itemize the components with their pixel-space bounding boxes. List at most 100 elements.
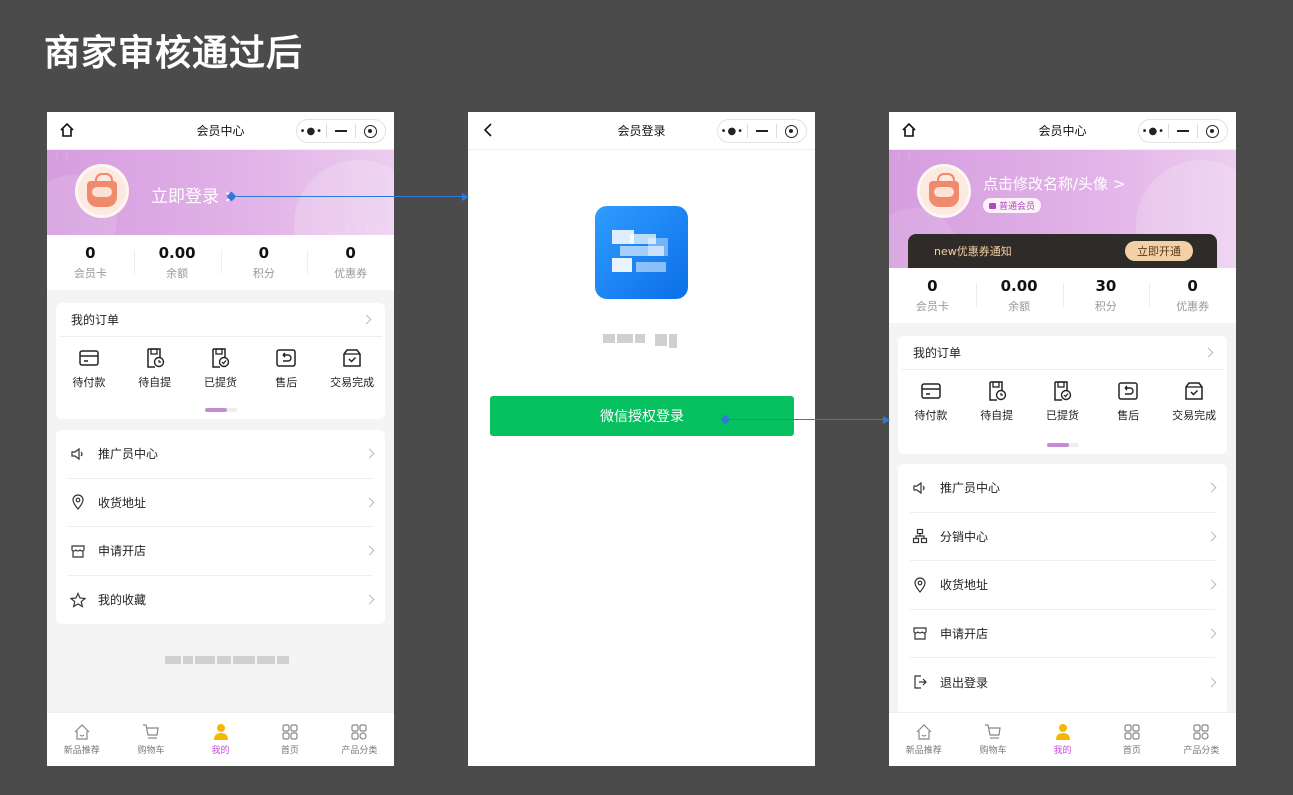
speaker-icon xyxy=(68,444,88,464)
orders-card: 我的订单 待付款 待自提 已提货 售后 交易完成 xyxy=(898,336,1227,454)
tab-bar: 新品推荐 购物车 我的 首页 产品分类 xyxy=(889,712,1236,766)
tab-cart[interactable]: 购物车 xyxy=(116,713,185,766)
tab-mine[interactable]: 我的 xyxy=(186,713,255,766)
profile-banner: ⋮⋮ ⋮⋮⋮⋮ 立即登录 > xyxy=(47,150,394,235)
coupon-text: new优惠券通知 xyxy=(934,245,1012,258)
chevron-right-icon xyxy=(1206,482,1217,493)
pickup-icon xyxy=(988,381,1006,401)
profile-banner: ⋮⋮ 点击修改名称/头像 > 普通会员 new优惠券通知 立即开通 xyxy=(889,150,1236,268)
page-title: 商家审核通过后 xyxy=(44,33,304,74)
hierarchy-icon xyxy=(910,526,930,546)
home-outline-icon xyxy=(916,724,932,740)
minimize-icon[interactable] xyxy=(748,130,777,132)
badge-icon xyxy=(989,202,996,209)
order-pending-pickup[interactable]: 待自提 xyxy=(964,380,1030,423)
home-outline-icon xyxy=(74,724,90,740)
chevron-right-icon xyxy=(1206,531,1217,542)
cart-icon xyxy=(143,724,159,739)
chevron-right-icon xyxy=(1206,628,1217,639)
more-icon[interactable]: •●• xyxy=(297,126,326,137)
phone-member-center-logged-out: 会员中心 •●• ⋮⋮ ⋮⋮⋮⋮ 立即登录 > 0 会员卡 0.00 余额 0 积分 … xyxy=(47,112,394,766)
blurred-footer-text xyxy=(165,656,289,664)
menu-promoter-center[interactable]: 推广员中心 xyxy=(910,464,1217,513)
menu-distribution-center[interactable]: 分销中心 xyxy=(910,513,1217,561)
star-icon xyxy=(68,590,88,610)
grid-icon xyxy=(1124,724,1140,740)
login-link[interactable]: 立即登录 > xyxy=(151,182,239,207)
close-icon[interactable] xyxy=(777,124,806,138)
minimize-icon[interactable] xyxy=(327,130,356,132)
order-after-sales[interactable]: 售后 xyxy=(253,347,319,390)
user-icon xyxy=(1055,724,1070,740)
stat-member-card[interactable]: 0 会员卡 xyxy=(47,244,134,281)
order-completed[interactable]: 交易完成 xyxy=(1161,380,1227,423)
wechat-login-button[interactable]: 微信授权登录 xyxy=(490,396,794,436)
stat-member-card[interactable]: 0 会员卡 xyxy=(889,277,976,314)
tab-home[interactable]: 首页 xyxy=(255,713,324,766)
speaker-icon xyxy=(910,478,930,498)
edit-profile-link[interactable]: 点击修改名称/头像 > xyxy=(983,173,1125,194)
wallet-icon xyxy=(79,350,99,366)
order-picked-up[interactable]: 已提货 xyxy=(188,347,254,390)
app-logo xyxy=(595,206,688,299)
menu-address[interactable]: 收货地址 xyxy=(68,479,375,527)
user-icon xyxy=(213,724,228,740)
tab-mine[interactable]: 我的 xyxy=(1028,713,1097,766)
stat-points[interactable]: 0 积分 xyxy=(220,244,308,281)
phone-member-center-logged-in: 会员中心 •●• ⋮⋮ 点击修改名称/头像 > 普通会员 new优惠券通知 立即… xyxy=(889,112,1236,766)
stat-balance[interactable]: 0.00 余额 xyxy=(133,244,221,281)
picked-up-icon xyxy=(212,348,230,368)
close-icon[interactable] xyxy=(356,124,385,138)
stat-points[interactable]: 30 积分 xyxy=(1062,277,1150,314)
tab-new-arrivals[interactable]: 新品推荐 xyxy=(47,713,116,766)
scroll-indicator xyxy=(204,408,237,412)
chevron-right-icon xyxy=(364,448,375,459)
order-picked-up[interactable]: 已提货 xyxy=(1030,380,1096,423)
tab-home[interactable]: 首页 xyxy=(1097,713,1166,766)
coupon-notice: new优惠券通知 立即开通 xyxy=(908,234,1217,268)
wallet-icon xyxy=(921,383,941,399)
mini-program-capsule: •●• xyxy=(717,119,807,143)
order-completed[interactable]: 交易完成 xyxy=(319,347,385,390)
close-icon[interactable] xyxy=(1198,124,1227,138)
order-pending-payment[interactable]: 待付款 xyxy=(56,347,122,390)
more-icon[interactable]: •●• xyxy=(718,126,747,137)
menu-promoter-center[interactable]: 推广员中心 xyxy=(68,430,375,479)
more-icon[interactable]: •●• xyxy=(1139,126,1168,137)
stat-balance[interactable]: 0.00 余额 xyxy=(975,277,1063,314)
open-now-button[interactable]: 立即开通 xyxy=(1125,241,1193,261)
tab-cart[interactable]: 购物车 xyxy=(958,713,1027,766)
chevron-right-icon xyxy=(1206,579,1217,590)
nav-bar: 会员中心 •●• xyxy=(47,112,394,150)
chevron-right-icon xyxy=(361,314,372,325)
menu-open-store[interactable]: 申请开店 xyxy=(68,527,375,576)
menu-card: 推广员中心 收货地址 申请开店 我的收藏 xyxy=(56,430,385,624)
location-icon xyxy=(910,575,930,595)
back-icon[interactable] xyxy=(478,120,498,140)
tab-new-arrivals[interactable]: 新品推荐 xyxy=(889,713,958,766)
tab-categories[interactable]: 产品分类 xyxy=(1167,713,1236,766)
menu-favorites[interactable]: 我的收藏 xyxy=(68,576,375,625)
chevron-right-icon xyxy=(364,497,375,508)
avatar[interactable] xyxy=(917,164,971,218)
tab-categories[interactable]: 产品分类 xyxy=(325,713,394,766)
orders-header[interactable]: 我的订单 xyxy=(901,336,1224,370)
menu-address[interactable]: 收货地址 xyxy=(910,561,1217,610)
menu-logout[interactable]: 退出登录 xyxy=(910,658,1217,707)
location-icon xyxy=(68,492,88,512)
stat-coupons[interactable]: 0 优惠券 xyxy=(307,244,394,281)
blurred-app-name xyxy=(603,334,677,348)
home-icon[interactable] xyxy=(57,120,77,140)
stat-coupons[interactable]: 0 优惠券 xyxy=(1149,277,1236,314)
minimize-icon[interactable] xyxy=(1169,130,1198,132)
logout-icon xyxy=(910,672,930,692)
home-icon[interactable] xyxy=(899,120,919,140)
order-pending-payment[interactable]: 待付款 xyxy=(898,380,964,423)
orders-header[interactable]: 我的订单 xyxy=(59,303,382,337)
cart-icon xyxy=(985,724,1001,739)
menu-open-store[interactable]: 申请开店 xyxy=(910,610,1217,658)
store-icon xyxy=(910,623,930,643)
avatar[interactable] xyxy=(75,164,129,218)
order-pending-pickup[interactable]: 待自提 xyxy=(122,347,188,390)
order-after-sales[interactable]: 售后 xyxy=(1095,380,1161,423)
